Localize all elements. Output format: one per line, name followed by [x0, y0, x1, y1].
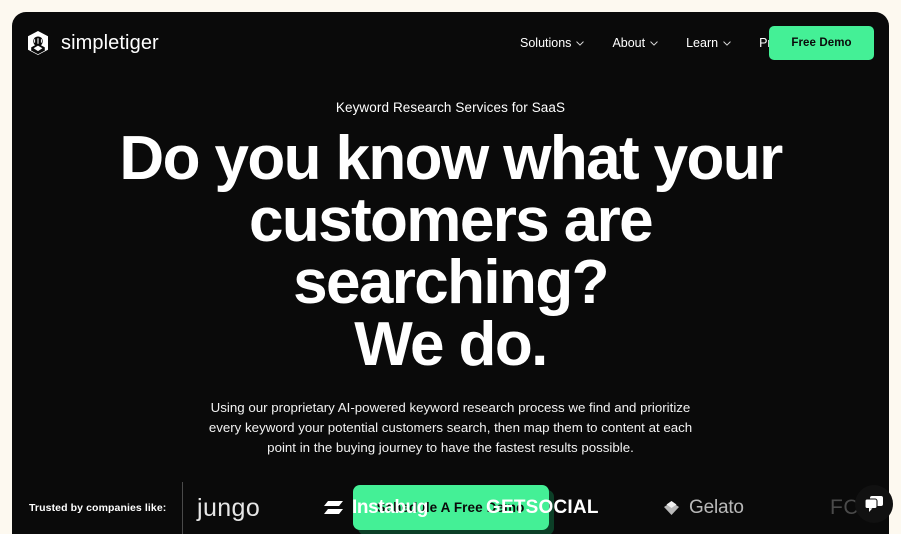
- page-title: Do you know what your customers are sear…: [91, 128, 811, 376]
- client-logo-label: jungo: [197, 493, 261, 522]
- client-logo-label: Instabug: [352, 497, 428, 518]
- nav-item-learn[interactable]: Learn: [672, 30, 745, 56]
- trusted-by-bar: Trusted by companies like: jungo Instabu…: [12, 482, 889, 534]
- chevron-down-icon: [650, 40, 658, 46]
- client-logo-getsocial: GETSOCIAL: [486, 497, 599, 519]
- client-logo-label: Gelato: [689, 497, 744, 518]
- instabug-slash-icon: [324, 500, 343, 514]
- primary-nav: Solutions About Learn Pricing: [506, 30, 811, 56]
- hero-eyebrow: Keyword Research Services for SaaS: [335, 100, 566, 115]
- chat-widget-button[interactable]: [855, 485, 893, 523]
- headline-line-1: Do you know what your: [119, 124, 783, 193]
- gelato-diamond-icon: [664, 500, 679, 515]
- tiger-hexagon-icon: [28, 31, 48, 55]
- headline-line-3: We do.: [354, 310, 548, 379]
- trustbar-divider: [182, 482, 183, 534]
- hero-section: Keyword Research Services for SaaS Do yo…: [12, 74, 889, 530]
- chat-bubbles-icon: [864, 496, 883, 512]
- brand-logo[interactable]: simpletiger: [25, 30, 159, 56]
- site-page: simpletiger Solutions About Learn Free D…: [12, 12, 889, 534]
- nav-item-label: About: [612, 36, 646, 50]
- client-logo-label: GETSOCIAL: [486, 497, 599, 518]
- site-header: simpletiger Solutions About Learn Free D…: [12, 12, 889, 74]
- nav-item-about[interactable]: About: [598, 30, 672, 56]
- client-logo-instabug: Instabug: [323, 497, 428, 519]
- nav-item-label: Solutions: [520, 36, 572, 50]
- trusted-by-label: Trusted by companies like:: [29, 502, 167, 514]
- brand-name: simpletiger: [61, 31, 159, 54]
- chevron-down-icon: [723, 40, 731, 46]
- client-logo-gelato: Gelato: [662, 497, 744, 519]
- chevron-down-icon: [576, 40, 585, 46]
- headline-line-2: customers are searching?: [248, 186, 654, 317]
- client-logo-jungo: jungo: [197, 494, 260, 523]
- nav-item-label: Learn: [686, 36, 719, 50]
- free-demo-button[interactable]: Free Demo: [769, 26, 874, 60]
- hero-subcopy: Using our proprietary AI-powered keyword…: [208, 400, 693, 456]
- nav-item-solutions[interactable]: Solutions: [506, 30, 598, 56]
